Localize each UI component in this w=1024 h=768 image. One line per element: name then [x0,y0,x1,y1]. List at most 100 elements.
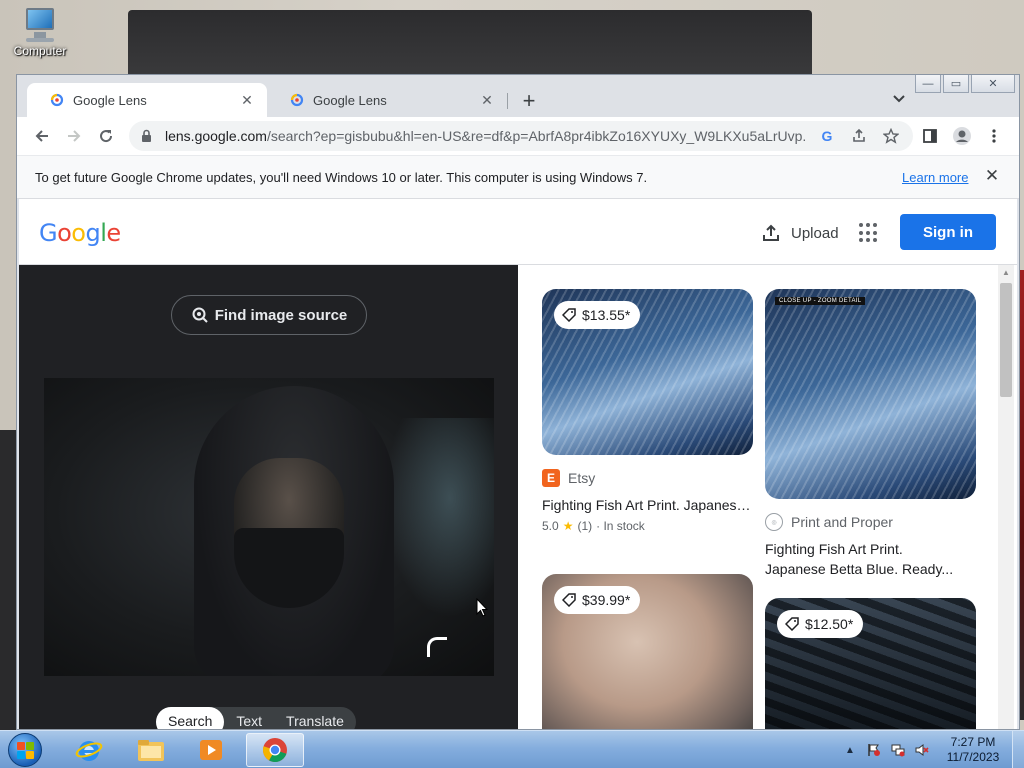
result-title[interactable]: Fighting Fish Art Print. [765,539,976,559]
result-source[interactable]: ◎ Print and Proper [765,513,976,531]
learn-more-link[interactable]: Learn more [902,170,968,185]
zoom-detail-badge: CLOSE UP - ZOOM DETAIL [775,297,866,305]
tab-google-lens[interactable]: Google Lens ✕ [267,83,507,117]
tab-divider [507,93,508,109]
price-tag-icon [562,308,576,322]
price-tag-icon [785,617,799,631]
volume-muted-icon[interactable] [914,742,930,758]
lens-page: Google Upload Sign in Find image source [19,199,1017,729]
taskbar-file-explorer[interactable] [122,733,180,767]
profile-avatar-icon[interactable] [949,123,975,149]
share-icon[interactable] [847,124,871,148]
system-tray: ▲ [842,731,930,768]
network-icon[interactable] [890,742,906,758]
infobar-message: To get future Google Chrome updates, you… [35,170,648,185]
results-scrollbar[interactable]: ▲ [998,265,1014,729]
taskbar-clock[interactable]: 7:27 PM 11/7/2023 [938,735,1008,765]
result-card[interactable]: $39.99* [542,574,753,729]
taskbar-internet-explorer[interactable] [60,733,118,767]
mode-text[interactable]: Text [224,707,274,729]
media-player-icon [200,740,222,760]
desktop-icon-label: Computer [13,44,67,58]
address-bar[interactable]: lens.google.com/search?ep=gisbubu&hl=en-… [129,121,913,151]
tab-strip: Google Lens ✕ Google Lens ✕ + [17,75,1019,117]
close-tab-icon[interactable]: ✕ [479,92,495,108]
side-panel-icon[interactable] [917,123,943,149]
crop-selection-handles[interactable] [427,637,494,676]
reload-icon[interactable] [93,123,119,149]
new-tab-button[interactable]: + [517,88,541,113]
close-infobar-icon[interactable]: ✕ [983,166,1001,185]
upload-icon [763,224,779,241]
close-tab-icon[interactable]: ✕ [239,92,255,108]
tab-title: Google Lens [313,92,387,108]
mouse-cursor-icon [476,598,488,617]
browser-toolbar: lens.google.com/search?ep=gisbubu&hl=en-… [17,117,1019,155]
taskbar-chrome[interactable] [246,733,304,767]
scrollbar-thumb[interactable] [1000,283,1012,397]
result-image[interactable]: $12.50* [765,598,976,729]
google-logo[interactable]: Google [39,219,121,247]
more-menu-icon[interactable] [981,123,1007,149]
show-desktop-button[interactable] [1012,731,1024,768]
price-badge: $39.99* [554,586,641,614]
update-infobar: To get future Google Chrome updates, you… [17,155,1019,199]
result-source[interactable]: E Etsy [542,469,753,487]
chrome-icon [263,738,287,762]
result-title[interactable]: Fighting Fish Art Print. Japanese Betta … [542,495,753,515]
google-lens-favicon-icon [289,92,305,108]
back-arrow-icon[interactable] [29,123,55,149]
desktop-icon-computer[interactable]: Computer [10,8,70,58]
browser-window: Google Lens ✕ Google Lens ✕ + — ▭ ✕ lens… [16,74,1020,730]
internet-explorer-icon [75,741,103,761]
show-hidden-icons-icon[interactable]: ▲ [842,742,858,758]
close-window-button[interactable]: ✕ [971,75,1015,93]
google-lens-search-icon[interactable]: G [815,124,839,148]
google-apps-icon[interactable] [859,223,879,243]
print-and-proper-logo-icon: ◎ [765,513,783,531]
star-icon: ★ [562,519,574,533]
price-badge: $13.55* [554,301,641,329]
start-button[interactable] [4,731,46,768]
tab-search-chevron-down-icon[interactable] [889,89,909,109]
upload-button[interactable]: Upload [761,223,839,243]
forward-arrow-icon[interactable] [61,123,87,149]
page-header: Google Upload Sign in [19,199,1017,265]
clock-time: 7:27 PM [950,735,996,749]
result-image[interactable]: $39.99* [542,574,753,729]
lock-icon[interactable] [141,128,155,144]
taskbar-media-player[interactable] [182,733,240,767]
mode-search[interactable]: Search [156,707,225,729]
result-image[interactable]: $13.55* [542,289,753,455]
mode-translate[interactable]: Translate [274,707,356,729]
window-controls: — ▭ ✕ [915,75,1015,93]
result-title[interactable]: Japanese Betta Blue. Ready... [765,559,976,579]
scroll-up-arrow-icon[interactable]: ▲ [998,265,1014,279]
bookmark-star-icon[interactable] [879,124,903,148]
google-lens-favicon-icon [49,92,65,108]
etsy-logo-icon: E [542,469,560,487]
clock-date: 11/7/2023 [946,750,1000,764]
find-image-source-button[interactable]: Find image source [171,295,367,335]
action-center-flag-icon[interactable] [866,742,882,758]
sign-in-button[interactable]: Sign in [900,214,996,250]
result-card[interactable]: CLOSE UP - ZOOM DETAIL ◎ Print and Prope… [765,289,976,579]
query-image[interactable] [44,378,494,676]
folder-icon [138,740,164,761]
result-card[interactable]: $13.55* E Etsy Fighting Fish Art Print. … [542,289,753,533]
url-text: lens.google.com/search?ep=gisbubu&hl=en-… [165,128,807,144]
tab-title: Google Lens [73,92,147,108]
windows-logo-icon [8,733,42,767]
price-tag-icon [562,593,576,607]
monitor-bezel [128,10,812,80]
computer-icon [20,8,60,42]
find-image-source-label: Find image source [214,306,348,324]
tab-google-lens-active[interactable]: Google Lens ✕ [27,83,267,117]
result-rating: 5.0 ★ (1) · In stock [542,519,645,533]
lens-mode-switcher: Search Text Translate [156,707,356,729]
minimize-button[interactable]: — [915,75,941,93]
query-image-pane: Find image source Search Text Translate [19,265,518,729]
result-image[interactable]: CLOSE UP - ZOOM DETAIL [765,289,976,499]
maximize-button[interactable]: ▭ [943,75,969,93]
result-card[interactable]: $12.50* [765,598,976,729]
